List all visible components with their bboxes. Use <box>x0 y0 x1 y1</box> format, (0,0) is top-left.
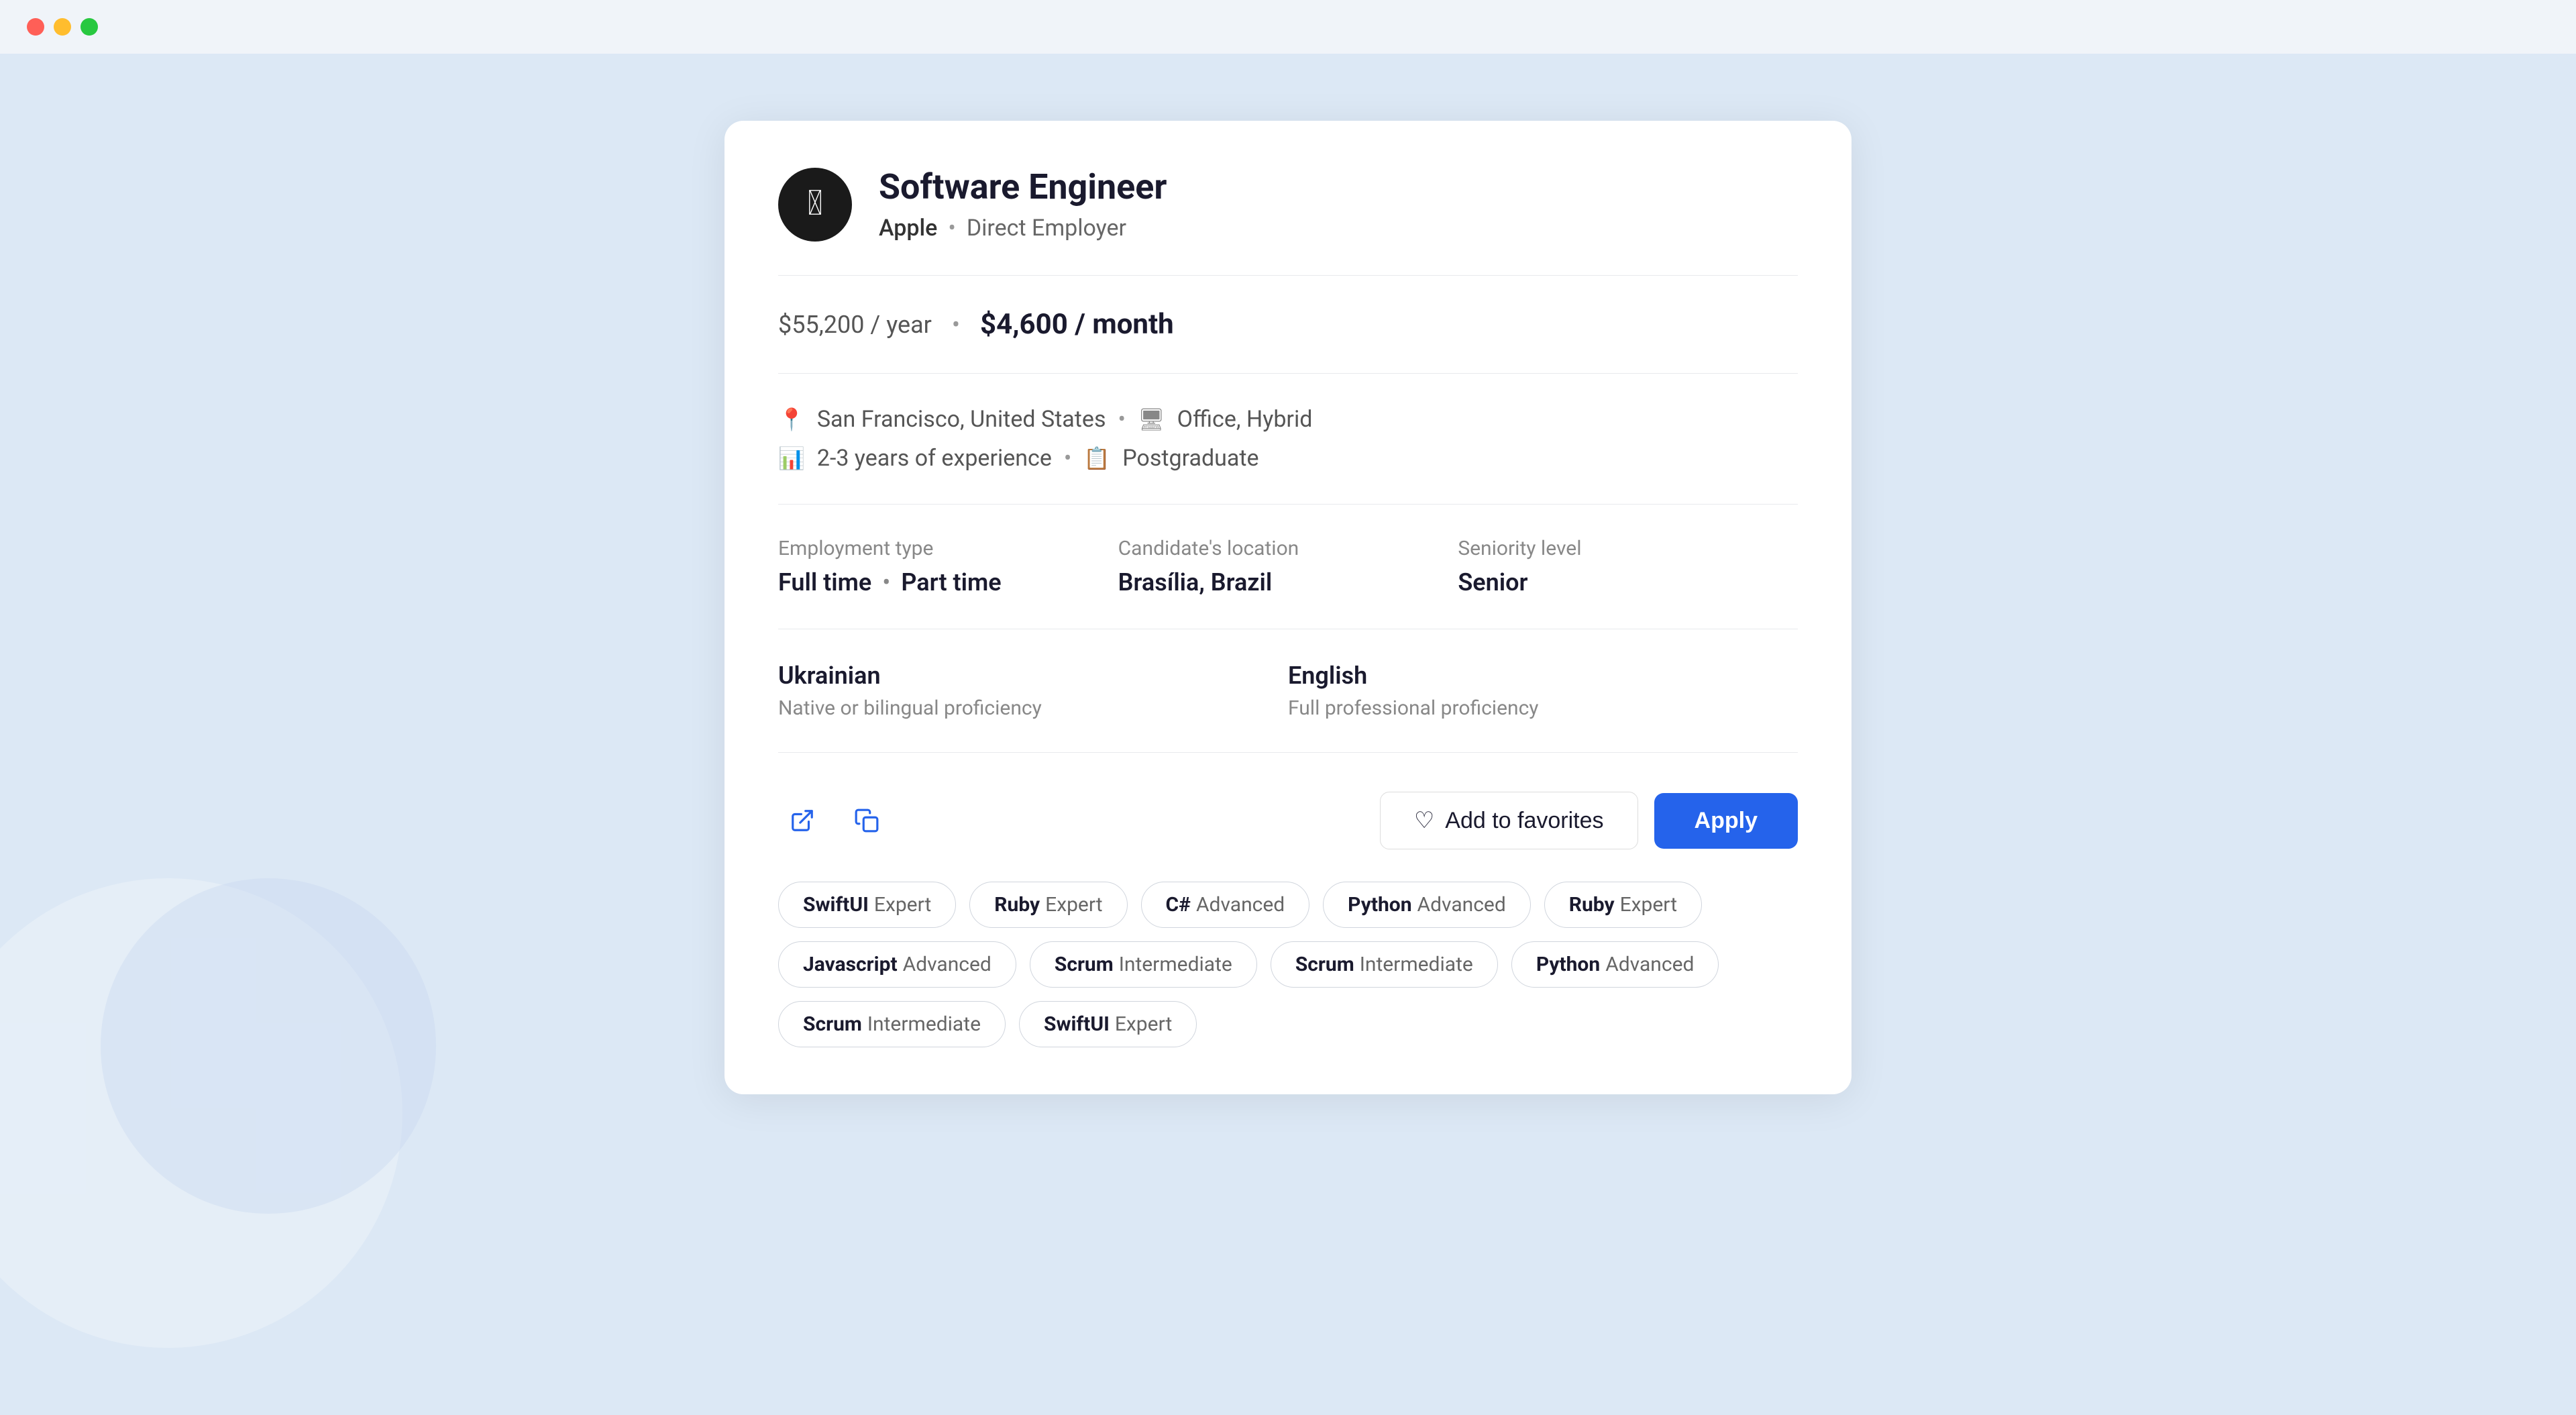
location-row: 📍 San Francisco, United States • 🖥 Offic… <box>778 406 1798 433</box>
divider-5 <box>778 752 1798 753</box>
skill-name: Python <box>1536 953 1600 976</box>
skill-level: Expert <box>874 893 931 916</box>
details-grid: Employment type Full time • Part time Ca… <box>778 537 1798 596</box>
seniority-item: Seniority level Senior <box>1458 537 1798 596</box>
skill-tag: RubyExpert <box>969 882 1127 928</box>
divider-3 <box>778 504 1798 505</box>
monitor-icon: 🖥 <box>1138 407 1165 432</box>
skill-tag: SwiftUIExpert <box>778 882 956 928</box>
salary-dot: • <box>952 311 960 339</box>
skill-tag: Python Advanced <box>1323 882 1531 928</box>
job-title-block: Software Engineer Apple • Direct Employe… <box>879 168 1167 241</box>
skill-tag: SwiftUIExpert <box>1019 1001 1197 1047</box>
skill-level: Intermediate <box>1119 953 1232 976</box>
job-card:  Software Engineer Apple • Direct Emplo… <box>724 121 1851 1094</box>
skill-level: Advanced <box>1417 893 1506 916</box>
skill-tag: C#Advanced <box>1141 882 1310 928</box>
divider-2 <box>778 373 1798 374</box>
external-link-button[interactable] <box>778 796 826 845</box>
company-name: Apple <box>879 215 937 242</box>
language-1: Ukrainian Native or bilingual proficienc… <box>778 662 1288 720</box>
close-button[interactable] <box>27 18 44 36</box>
seniority-label: Seniority level <box>1458 537 1798 560</box>
experience-text: 2-3 years of experience <box>817 445 1052 472</box>
skill-name: SwiftUI <box>803 893 869 916</box>
maximize-button[interactable] <box>80 18 98 36</box>
icon-buttons <box>778 796 891 845</box>
skill-name: Scrum <box>803 1012 862 1036</box>
experience-row: 📊 2-3 years of experience • 📋 Postgradua… <box>778 445 1798 472</box>
skill-name: Python <box>1348 893 1411 916</box>
location-icon: 📍 <box>778 407 805 432</box>
skill-tag: JavascriptAdvanced <box>778 941 1016 988</box>
location-text: San Francisco, United States <box>817 406 1106 433</box>
apple-icon:  <box>807 186 822 221</box>
skill-tag: ScrumIntermediate <box>1030 941 1257 988</box>
skill-name: Scrum <box>1055 953 1114 976</box>
bg-decoration-2 <box>101 878 436 1214</box>
divider-1 <box>778 275 1798 276</box>
salary-section: $55,200 / year • $4,600 / month <box>778 308 1798 341</box>
skill-tag: ScrumIntermediate <box>778 1001 1006 1047</box>
language-1-level: Native or bilingual proficiency <box>778 696 1288 720</box>
skill-level: Intermediate <box>867 1012 981 1036</box>
language-2-name: English <box>1288 662 1798 690</box>
skill-tag: RubyExpert <box>1544 882 1702 928</box>
apply-label: Apply <box>1695 808 1758 833</box>
language-1-name: Ukrainian <box>778 662 1288 690</box>
education-text: Postgraduate <box>1122 445 1258 472</box>
employment-full-time: Full time <box>778 568 871 596</box>
skill-name: Scrum <box>1295 953 1354 976</box>
apply-button[interactable]: Apply <box>1654 793 1798 849</box>
skill-name: Ruby <box>1569 893 1615 916</box>
salary-month: $4,600 / month <box>980 308 1174 341</box>
heart-icon: ♡ <box>1414 807 1434 834</box>
skills-section: SwiftUIExpertRubyExpertC#AdvancedPythonA… <box>778 882 1798 1047</box>
skill-level: Advanced <box>903 953 991 976</box>
card-wrapper:  Software Engineer Apple • Direct Emplo… <box>724 121 1851 1094</box>
candidate-location-label: Candidate's location <box>1118 537 1458 560</box>
add-to-favorites-button[interactable]: ♡ Add to favorites <box>1380 792 1638 849</box>
action-buttons: ♡ Add to favorites Apply <box>1380 792 1798 849</box>
skill-level: Intermediate <box>1360 953 1473 976</box>
skill-level: Expert <box>1620 893 1677 916</box>
actions-section: ♡ Add to favorites Apply <box>778 785 1798 849</box>
candidate-location-value: Brasília, Brazil <box>1118 568 1458 596</box>
job-header:  Software Engineer Apple • Direct Emplo… <box>778 168 1798 242</box>
window-bar <box>0 0 2576 54</box>
employment-part-time: Part time <box>901 568 1001 596</box>
skill-name: Ruby <box>994 893 1040 916</box>
language-2-level: Full professional proficiency <box>1288 696 1798 720</box>
experience-icon: 📊 <box>778 446 805 471</box>
education-icon: 📋 <box>1083 446 1110 471</box>
skill-tag: PythonAdvanced <box>1511 941 1719 988</box>
favorites-label: Add to favorites <box>1445 808 1603 834</box>
employment-type-item: Employment type Full time • Part time <box>778 537 1118 596</box>
skill-level: Advanced <box>1605 953 1694 976</box>
location-section: 📍 San Francisco, United States • 🖥 Offic… <box>778 406 1798 472</box>
employment-type-label: Employment type <box>778 537 1118 560</box>
work-mode: Office, Hybrid <box>1177 406 1313 433</box>
skill-name: SwiftUI <box>1044 1012 1110 1036</box>
skill-level: Expert <box>1045 893 1102 916</box>
skill-name: Javascript <box>803 953 898 976</box>
employer-type: Direct Employer <box>967 215 1126 242</box>
candidate-location-item: Candidate's location Brasília, Brazil <box>1118 537 1458 596</box>
separator-dot: • <box>948 215 955 242</box>
company-info: Apple • Direct Employer <box>879 215 1167 242</box>
skill-level: Advanced <box>1196 893 1285 916</box>
company-logo:  <box>778 168 852 242</box>
copy-button[interactable] <box>843 796 891 845</box>
skill-tag: Scrum Intermediate <box>1271 941 1498 988</box>
traffic-lights <box>27 18 98 36</box>
language-2: English Full professional proficiency <box>1288 662 1798 720</box>
salary-year: $55,200 / year <box>778 311 932 339</box>
job-title: Software Engineer <box>879 168 1167 206</box>
languages-grid: Ukrainian Native or bilingual proficienc… <box>778 662 1798 720</box>
seniority-value: Senior <box>1458 568 1798 596</box>
skill-level: Expert <box>1115 1012 1172 1036</box>
employment-type-value: Full time • Part time <box>778 568 1118 596</box>
minimize-button[interactable] <box>54 18 71 36</box>
skill-name: C# <box>1166 893 1191 916</box>
